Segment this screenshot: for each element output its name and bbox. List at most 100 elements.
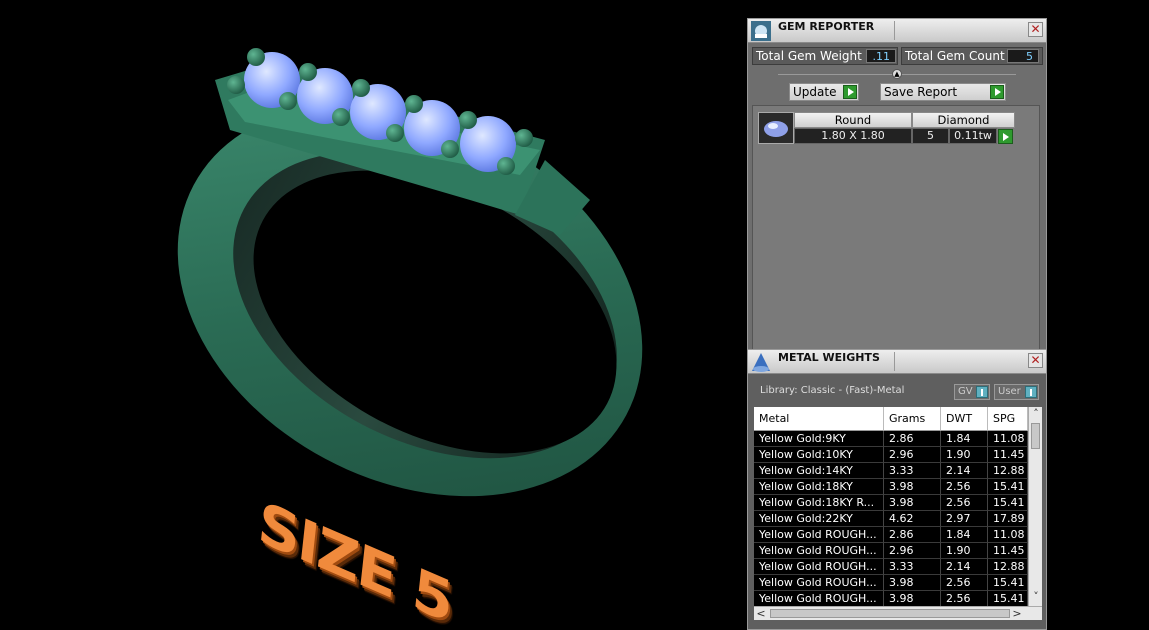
total-weight-value[interactable]: .11 [866,49,896,63]
grams-cell: 3.98 [884,479,941,495]
total-weight-label: Total Gem Weight [756,49,862,63]
grams-cell: 2.86 [884,431,941,447]
3d-viewport[interactable]: SIZE 5 [0,0,745,630]
update-button[interactable]: Update [789,83,859,101]
grams-cell: 3.98 [884,495,941,511]
table-row[interactable]: Yellow Gold:22KY 4.62 2.97 17.89 [754,511,1028,527]
metal-name-cell: Yellow Gold ROUGH... [754,591,884,607]
horizontal-scrollbar[interactable]: < > [754,606,1042,620]
save-report-label: Save Report [884,85,958,99]
gem-reporter-icon [751,21,771,41]
scroll-right-icon[interactable]: > [1010,607,1024,620]
gem-material: Diamond [912,112,1015,128]
dwt-cell: 2.56 [941,575,988,591]
gem-shape: Round [794,112,912,128]
metal-name-cell: Yellow Gold:18KY R... [754,495,884,511]
total-weight-field: Total Gem Weight .11 [752,47,898,65]
metal-name-cell: Yellow Gold:9KY [754,431,884,447]
col-header-grams[interactable]: Grams [884,407,941,431]
scroll-up-icon[interactable]: ˄ [1029,407,1042,421]
scroll-left-icon[interactable]: < [754,607,768,620]
spg-cell: 11.08 [988,431,1028,447]
grams-cell: 3.33 [884,463,941,479]
grams-cell: 2.86 [884,527,941,543]
col-header-spg[interactable]: SPG [988,407,1028,431]
dwt-cell: 1.84 [941,431,988,447]
spg-cell: 15.41 [988,591,1028,607]
table-row[interactable]: Yellow Gold ROUGH... 3.33 2.14 12.88 [754,559,1028,575]
table-row[interactable]: Yellow Gold:10KY 2.96 1.90 11.45 [754,447,1028,463]
metal-name-cell: Yellow Gold ROUGH... [754,575,884,591]
gem-reporter-titlebar[interactable]: GEM REPORTER ✕ [748,19,1046,43]
table-row[interactable]: Yellow Gold:18KY R... 3.98 2.56 15.41 [754,495,1028,511]
update-go-icon [843,85,857,99]
table-row[interactable]: Yellow Gold:14KY 3.33 2.14 12.88 [754,463,1028,479]
save-report-button[interactable]: Save Report [880,83,1006,101]
spg-cell: 12.88 [988,463,1028,479]
user-toggle-icon [1025,386,1037,398]
spg-cell: 11.45 [988,543,1028,559]
table-row[interactable]: Yellow Gold:9KY 2.86 1.84 11.08 [754,431,1028,447]
gem-reporter-panel: GEM REPORTER ✕ Total Gem Weight .11 Tota… [747,18,1047,350]
total-count-value[interactable]: 5 [1007,49,1039,63]
total-count-label: Total Gem Count [905,49,1005,63]
gem-row[interactable]: Round Diamond 1.80 X 1.80 5 0.11tw [753,106,1041,146]
metal-name-cell: Yellow Gold ROUGH... [754,543,884,559]
dwt-cell: 1.84 [941,527,988,543]
grams-cell: 2.96 [884,543,941,559]
metal-weights-icon [752,353,770,372]
metal-name-cell: Yellow Gold ROUGH... [754,527,884,543]
save-report-go-icon [990,85,1004,99]
dwt-cell: 2.56 [941,495,988,511]
grams-cell: 3.33 [884,559,941,575]
table-row[interactable]: Yellow Gold ROUGH... 3.98 2.56 15.41 [754,591,1028,607]
metal-weights-panel: METAL WEIGHTS ✕ Library: Classic - (Fast… [747,349,1047,630]
metal-weights-title: METAL WEIGHTS [778,351,880,364]
metal-name-cell: Yellow Gold:10KY [754,447,884,463]
metal-name-cell: Yellow Gold ROUGH... [754,559,884,575]
col-header-dwt[interactable]: DWT [941,407,988,431]
grams-cell: 3.98 [884,575,941,591]
gv-toggle[interactable]: GV [954,384,990,400]
metal-weights-titlebar[interactable]: METAL WEIGHTS ✕ [748,350,1046,374]
spg-cell: 15.41 [988,479,1028,495]
gv-label: GV [958,386,973,397]
dwt-cell: 2.97 [941,511,988,527]
user-label: User [998,386,1021,397]
collapse-icon[interactable]: ▲ [892,69,902,79]
dwt-cell: 1.90 [941,543,988,559]
grams-cell: 2.96 [884,447,941,463]
table-row[interactable]: Yellow Gold ROUGH... 3.98 2.56 15.41 [754,575,1028,591]
dwt-cell: 2.56 [941,591,988,607]
gem-go-button[interactable] [998,129,1013,144]
spg-cell: 12.88 [988,559,1028,575]
spg-cell: 15.41 [988,575,1028,591]
horizontal-scroll-thumb[interactable] [770,609,1010,618]
vertical-scroll-thumb[interactable] [1031,423,1040,449]
table-row[interactable]: Yellow Gold ROUGH... 2.86 1.84 11.08 [754,527,1028,543]
gem-count: 5 [912,128,949,144]
col-header-metal[interactable]: Metal [754,407,884,431]
dwt-cell: 2.14 [941,559,988,575]
spg-cell: 11.45 [988,447,1028,463]
diamond-thumbnail-icon [758,112,794,144]
gem-reporter-close-button[interactable]: ✕ [1028,22,1043,37]
user-toggle[interactable]: User [994,384,1039,400]
grams-cell: 4.62 [884,511,941,527]
metal-name-cell: Yellow Gold:22KY [754,511,884,527]
table-row[interactable]: Yellow Gold:18KY 3.98 2.56 15.41 [754,479,1028,495]
gem-weight: 0.11tw [949,128,997,144]
vertical-scrollbar[interactable]: ˄ ˅ [1028,407,1042,606]
spg-cell: 17.89 [988,511,1028,527]
gem-reporter-title: GEM REPORTER [778,20,875,33]
dwt-cell: 2.14 [941,463,988,479]
dwt-cell: 1.90 [941,447,988,463]
dwt-cell: 2.56 [941,479,988,495]
library-label: Library: Classic - (Fast)-Metal [760,385,905,396]
scroll-down-icon[interactable]: ˅ [1029,590,1042,604]
metal-weights-close-button[interactable]: ✕ [1028,353,1043,368]
gv-toggle-icon [976,386,988,398]
gem-size: 1.80 X 1.80 [794,128,912,144]
metal-name-cell: Yellow Gold:18KY [754,479,884,495]
table-row[interactable]: Yellow Gold ROUGH... 2.96 1.90 11.45 [754,543,1028,559]
